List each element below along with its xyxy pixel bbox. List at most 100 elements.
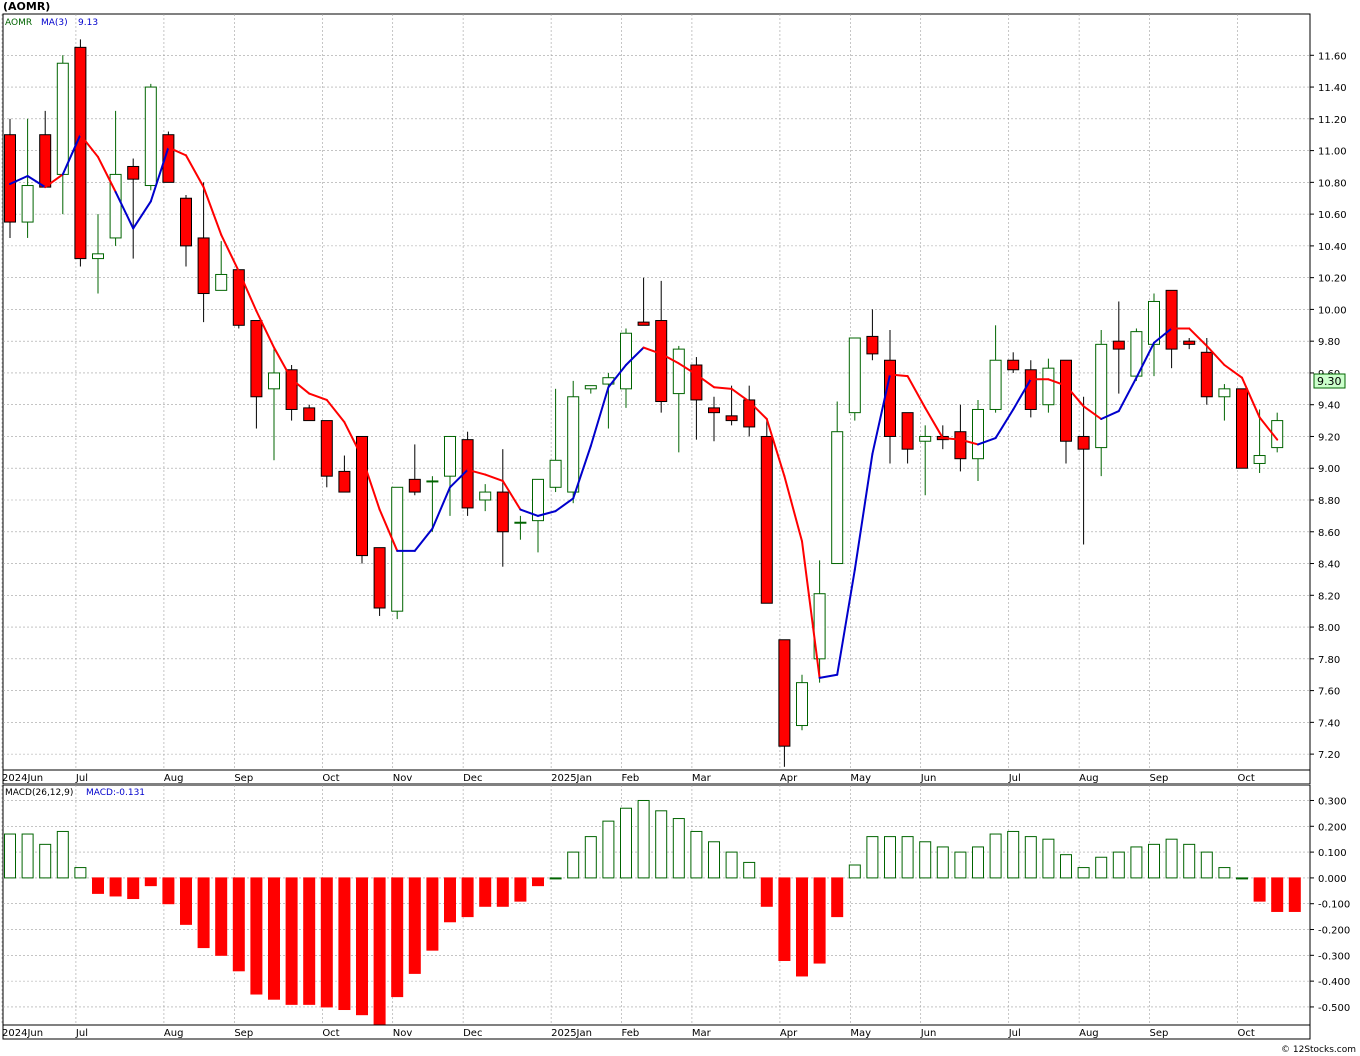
ma-segment-53 <box>924 406 944 440</box>
price-ytick-label-3: 7.80 <box>1318 655 1340 666</box>
candle-36 <box>637 277 650 326</box>
price-xaxis-strip <box>2 769 1311 785</box>
candle-body <box>4 134 16 223</box>
macd-bar-50 <box>884 836 896 879</box>
macd-bar-68 <box>1200 851 1213 879</box>
candle-body <box>848 337 861 414</box>
macd-ytick-label-4: -0.100 <box>1318 900 1350 911</box>
macd-month-label-15: Sep <box>1150 1028 1169 1039</box>
candle-57 <box>1007 352 1020 373</box>
ma-segment-47 <box>818 673 839 679</box>
price-month-label-4: Oct <box>322 773 339 784</box>
candle-body <box>426 480 439 483</box>
candle-8 <box>144 83 157 191</box>
candle-62 <box>1095 330 1108 477</box>
last-price-badge: 9.30 <box>1313 373 1346 389</box>
price-month-label-14: Aug <box>1079 773 1099 784</box>
macd-bar-25 <box>444 877 456 923</box>
candle-22 <box>391 486 404 620</box>
macd-bar-45 <box>796 877 808 977</box>
candle-54 <box>954 404 967 472</box>
price-month-label-0: 2024Jun <box>2 773 43 784</box>
candle-15 <box>268 349 280 461</box>
macd-month-label-3: Sep <box>234 1028 253 1039</box>
macd-bar-20 <box>356 877 368 1016</box>
macd-bar-58 <box>1024 836 1037 879</box>
macd-bar-60 <box>1060 854 1072 879</box>
candle-body <box>285 369 298 410</box>
price-ytick-label-2: 7.60 <box>1318 687 1340 698</box>
candle-45 <box>796 674 808 731</box>
price-y-axis: 7.20 7.40 7.60 7.80 8.00 8.20 8.40 8.60 8.80 9.00… <box>2 51 1347 785</box>
candle-body <box>1112 340 1125 350</box>
macd-bar-53 <box>936 846 949 879</box>
macd-month-label-1: Jul <box>75 1028 88 1039</box>
price-month-label-2: Aug <box>164 773 184 784</box>
candle-19 <box>338 455 351 493</box>
candle-31 <box>549 388 562 493</box>
candle-body <box>584 385 597 390</box>
macd-bar-54 <box>954 851 967 879</box>
candle-47 <box>831 401 844 565</box>
macd-month-label-4: Oct <box>322 1028 339 1039</box>
macd-bar-16 <box>285 877 298 1005</box>
candle-body <box>1218 388 1231 398</box>
candle-46 <box>813 560 826 683</box>
macd-month-label-6: Dec <box>463 1028 482 1039</box>
ma-segment-57 <box>994 408 1015 440</box>
price-ytick-label-10: 9.20 <box>1318 432 1340 443</box>
macd-legend-label: MACD(26,12,9) <box>5 788 73 798</box>
price-ytick-label-19: 11.00 <box>1318 147 1347 158</box>
ma-segment-34 <box>589 386 610 447</box>
price-ytick-label-7: 8.60 <box>1318 528 1340 539</box>
price-ytick-label-0: 7.20 <box>1318 750 1340 761</box>
candle-69 <box>1218 384 1231 421</box>
candle-body <box>215 273 228 291</box>
candle-body <box>373 547 386 609</box>
macd-month-label-8: Feb <box>622 1028 640 1039</box>
candle-body <box>1024 369 1037 410</box>
macd-bar-59 <box>1042 838 1055 879</box>
price-ytick-label-4: 8.00 <box>1318 623 1340 634</box>
price-ytick-label-1: 7.40 <box>1318 718 1340 729</box>
ma-segment-12 <box>202 186 223 236</box>
price-month-label-7: 2025Jan <box>551 773 592 784</box>
macd-bar-36 <box>637 799 650 879</box>
ma-segment-64 <box>1117 376 1138 413</box>
macd-bar-61 <box>1077 867 1090 879</box>
price-ytick-label-11: 9.40 <box>1318 401 1340 412</box>
macd-bar-39 <box>690 830 703 879</box>
price-ytick-label-13: 9.80 <box>1318 337 1340 348</box>
price-month-label-15: Sep <box>1150 773 1169 784</box>
price-ytick-label-20: 11.20 <box>1318 115 1347 126</box>
footer-credit: © 12Stocks.com <box>1281 1045 1356 1055</box>
legend-ma-label: MA(3) <box>41 18 68 28</box>
macd-bar-22 <box>391 877 404 998</box>
price-month-label-10: Apr <box>780 773 798 784</box>
macd-ytick-label-3: 0.000 <box>1318 874 1347 885</box>
candle-65 <box>1148 293 1160 377</box>
ma-segment-49 <box>853 452 874 571</box>
candle-body <box>1060 359 1072 442</box>
macd-month-label-10: Apr <box>780 1028 798 1039</box>
candle-39 <box>690 357 703 440</box>
macd-bar-0 <box>4 833 16 879</box>
candle-body <box>338 470 351 493</box>
macd-bar-5 <box>92 877 104 894</box>
candle-25 <box>444 435 456 516</box>
candle-body <box>320 420 333 477</box>
ma-segment-18 <box>308 392 328 401</box>
candle-body <box>1165 289 1178 350</box>
macd-bar-66 <box>1165 838 1178 879</box>
macd-bar-14 <box>250 877 263 995</box>
candle-body <box>92 253 104 260</box>
candle-64 <box>1130 328 1143 381</box>
legend-ma-value: 9.13 <box>78 18 98 28</box>
macd-xaxis-strip <box>2 1024 1311 1040</box>
macd-bar-35 <box>620 807 632 879</box>
candle-body <box>1253 455 1266 464</box>
candle-body <box>954 431 967 460</box>
macd-bar-40 <box>708 841 720 879</box>
macd-month-label-9: Mar <box>692 1028 712 1039</box>
macd-month-label-13: Jul <box>1008 1028 1021 1039</box>
